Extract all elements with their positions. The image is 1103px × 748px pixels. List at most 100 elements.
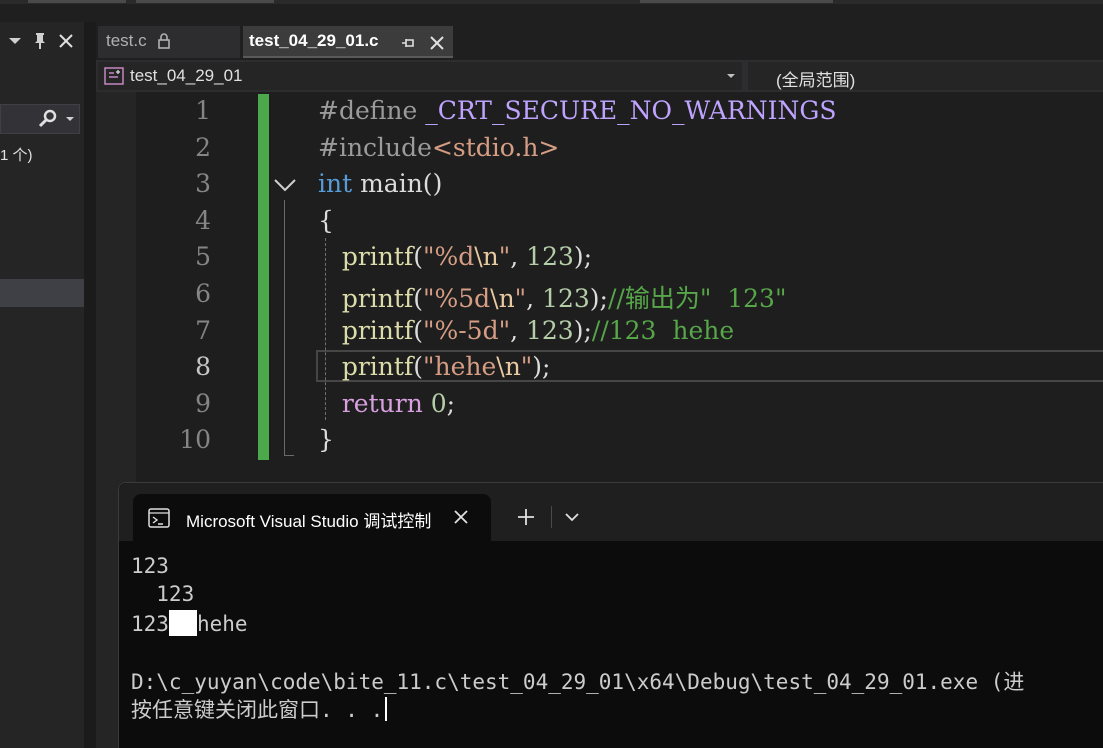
text-cursor-block — [168, 610, 197, 636]
code-token: ( — [413, 284, 423, 313]
dropdown-chevron-icon[interactable] — [8, 36, 22, 46]
code-token: "%-5d" — [422, 315, 511, 345]
tab-divider — [551, 506, 552, 528]
code-token: 123 — [542, 284, 590, 313]
console-output-line: 123 — [131, 582, 195, 606]
pin-icon[interactable] — [32, 32, 48, 50]
chevron-down-icon[interactable] — [565, 513, 579, 522]
code-token: printf — [341, 352, 414, 382]
code-token: \n — [490, 284, 515, 313]
code-token: " — [498, 242, 511, 272]
code-token: 123 — [525, 315, 574, 345]
code-token: ( — [413, 242, 423, 272]
console-output-text: 123 — [131, 612, 169, 636]
code-token: _CRT_SECURE_NO_WARNINGS — [425, 96, 837, 125]
change-tracking-bar — [258, 94, 269, 460]
code-token: #define — [318, 96, 426, 125]
chevron-down-icon[interactable] — [65, 116, 75, 122]
item-count-label: 1 个) — [0, 147, 33, 164]
line-number: 10 — [179, 425, 211, 455]
close-icon[interactable] — [429, 35, 445, 51]
code-token: } — [318, 425, 334, 455]
console-output-text: 按任意键关闭此窗口. . . — [131, 698, 384, 722]
code-line: return 0; — [318, 389, 455, 418]
console-output-line: 按任意键关闭此窗口. . . — [131, 694, 388, 724]
search-icon — [38, 109, 57, 128]
selected-tree-item[interactable] — [0, 279, 84, 307]
tab-label: test.c — [106, 31, 147, 50]
code-token: { — [318, 205, 334, 235]
tab-label: test_04_29_01.c — [249, 31, 379, 50]
code-token: ); — [589, 284, 608, 313]
code-token: main() — [352, 169, 443, 199]
code-token: " — [514, 284, 527, 313]
project-dropdown[interactable]: test_04_29_01 — [98, 62, 742, 90]
line-number: 7 — [195, 315, 211, 345]
console-tab-title: Microsoft Visual Studio 调试控制台 — [186, 512, 432, 531]
code-line: { — [318, 206, 334, 235]
code-token: ( — [413, 315, 423, 345]
code-token: int — [318, 169, 353, 199]
code-line: printf("%d\n", 123); — [318, 242, 592, 271]
line-number: 2 — [195, 132, 211, 162]
line-number: 4 — [195, 205, 211, 235]
code-token: "%d — [422, 242, 475, 272]
toolbar-fragment — [136, 0, 274, 3]
fold-guide — [284, 200, 285, 455]
console-output-text: hehe — [196, 612, 248, 636]
code-token: ; — [446, 388, 456, 418]
collapse-chevron-icon[interactable] — [273, 178, 297, 192]
code-line: int main() — [318, 169, 442, 198]
close-icon[interactable] — [58, 33, 74, 49]
code-line: printf("hehe\n"); — [318, 352, 551, 382]
console-output-line: 123 — [131, 554, 169, 578]
search-input[interactable] — [0, 104, 80, 134]
code-token: "hehe — [422, 352, 497, 382]
code-line: } — [318, 425, 334, 454]
code-token: "%5d — [422, 284, 491, 313]
code-token: 0 — [430, 388, 447, 418]
toolbar-fragment — [640, 0, 833, 3]
code-line: #include<stdio.h> — [318, 133, 559, 162]
lock-icon — [158, 33, 170, 49]
tab-test-c[interactable]: test.c — [98, 26, 240, 58]
code-token: #include — [318, 132, 432, 162]
project-icon — [104, 67, 124, 85]
scope-dropdown[interactable]: (全局范围) — [748, 62, 1103, 90]
code-token: ); — [573, 242, 593, 272]
code-token: , — [510, 242, 527, 272]
code-token: , — [510, 315, 526, 345]
close-icon[interactable] — [453, 509, 469, 525]
console-output-line: D:\c_yuyan\code\bite_11.c\test_04_29_01\… — [131, 670, 1025, 694]
code-token: printf — [341, 315, 414, 345]
panel-splitter[interactable] — [84, 22, 96, 748]
code-token: <stdio.h> — [431, 132, 560, 162]
line-number: 1 — [195, 96, 211, 125]
code-token: " — [520, 352, 533, 382]
code-token: //123 hehe — [591, 315, 735, 345]
code-token: //输出为" 123" — [607, 284, 787, 313]
code-token: ( — [413, 352, 423, 382]
code-token: \n — [496, 352, 521, 382]
scope-label: (全局范围) — [776, 71, 856, 90]
code-token: ); — [573, 315, 592, 345]
tab-test-04-29-01-c[interactable]: test_04_29_01.c — [243, 26, 453, 58]
code-token: 123 — [526, 242, 574, 272]
line-number: 3 — [195, 169, 211, 199]
code-token: printf — [341, 284, 414, 313]
code-line: #define _CRT_SECURE_NO_WARNINGS — [318, 96, 837, 125]
code-token: , — [526, 284, 543, 313]
code-token: ); — [532, 352, 551, 382]
text-caret — [385, 697, 388, 721]
pin-icon[interactable] — [401, 36, 417, 50]
code-line: printf("%5d\n", 123);//输出为" 123" — [318, 279, 787, 315]
console-output-line: 123 hehe — [131, 610, 248, 636]
new-tab-plus-icon[interactable] — [517, 508, 535, 526]
terminal-icon — [148, 508, 170, 528]
